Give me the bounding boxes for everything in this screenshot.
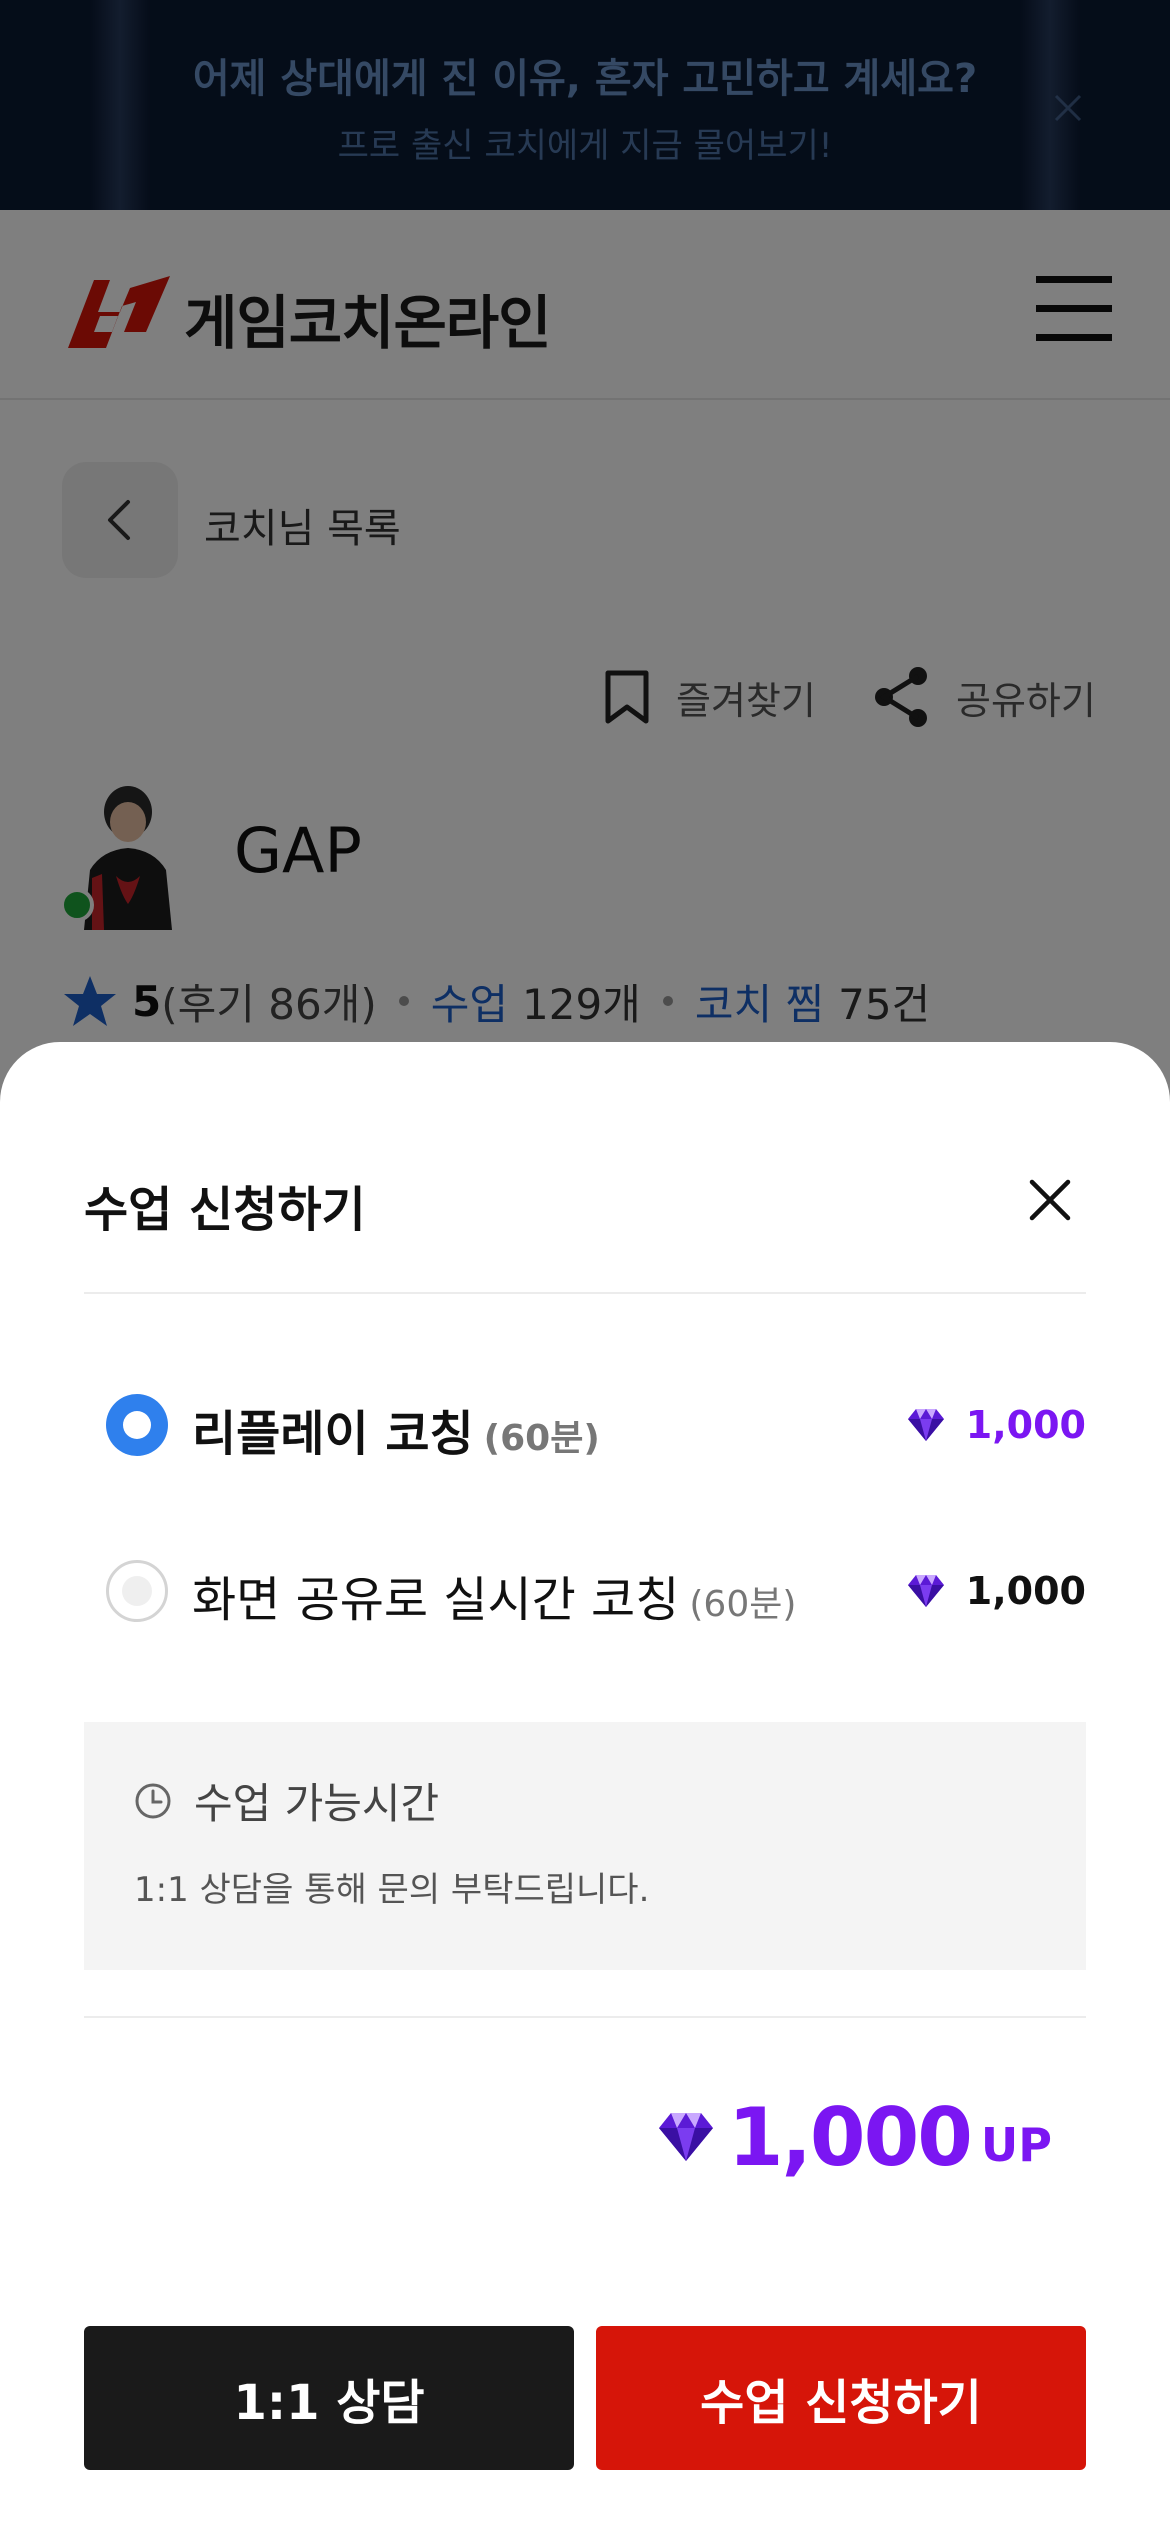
option-title: 리플레이 코칭	[192, 1406, 474, 1462]
gem-icon	[658, 2113, 713, 2161]
availability-box: 수업 가능시간 1:1 상담을 통해 문의 부탁드립니다.	[84, 1722, 1086, 1970]
radio-unselected[interactable]	[106, 1560, 168, 1622]
option-replay-coaching[interactable]: 리플레이 코칭 (60분) 1,000	[84, 1374, 1086, 1474]
total-price: 1,000 UP	[656, 2090, 1052, 2184]
option-live-coaching[interactable]: 화면 공유로 실시간 코칭 (60분) 1,000	[84, 1540, 1086, 1640]
option-title: 화면 공유로 실시간 코칭	[192, 1572, 680, 1628]
option-price: 1,000	[906, 1566, 1086, 1616]
price-value: 1,000	[965, 1403, 1086, 1447]
option-duration: (60분)	[689, 1584, 797, 1625]
gem-icon	[907, 1575, 944, 1607]
option-price: 1,000	[906, 1400, 1086, 1450]
sheet-title: 수업 신청하기	[84, 1182, 366, 1238]
price-value: 1,000	[965, 1569, 1086, 1613]
availability-header: 수업 가능시간	[134, 1770, 439, 1831]
option-duration: (60분)	[483, 1418, 600, 1459]
total-value: 1,000	[727, 2090, 973, 2184]
radio-selected[interactable]	[106, 1394, 168, 1456]
lesson-request-sheet: 수업 신청하기 리플레이 코칭 (60분) 1,000 화면 공유로 실시간 코칭…	[0, 1042, 1170, 2532]
consult-button[interactable]: 1:1 상담	[84, 2326, 574, 2470]
option-label: 리플레이 코칭 (60분)	[192, 1394, 600, 1464]
option-label: 화면 공유로 실시간 코칭 (60분)	[192, 1560, 796, 1630]
divider	[84, 2016, 1086, 2018]
gem-icon	[907, 1409, 944, 1441]
apply-lesson-button[interactable]: 수업 신청하기	[596, 2326, 1086, 2470]
close-icon[interactable]	[1024, 1174, 1076, 1226]
total-unit: UP	[980, 2118, 1052, 2172]
availability-text: 1:1 상담을 통해 문의 부탁드립니다.	[134, 1870, 650, 1910]
clock-icon	[135, 1783, 171, 1818]
divider	[84, 1292, 1086, 1294]
availability-title: 수업 가능시간	[194, 1779, 440, 1828]
